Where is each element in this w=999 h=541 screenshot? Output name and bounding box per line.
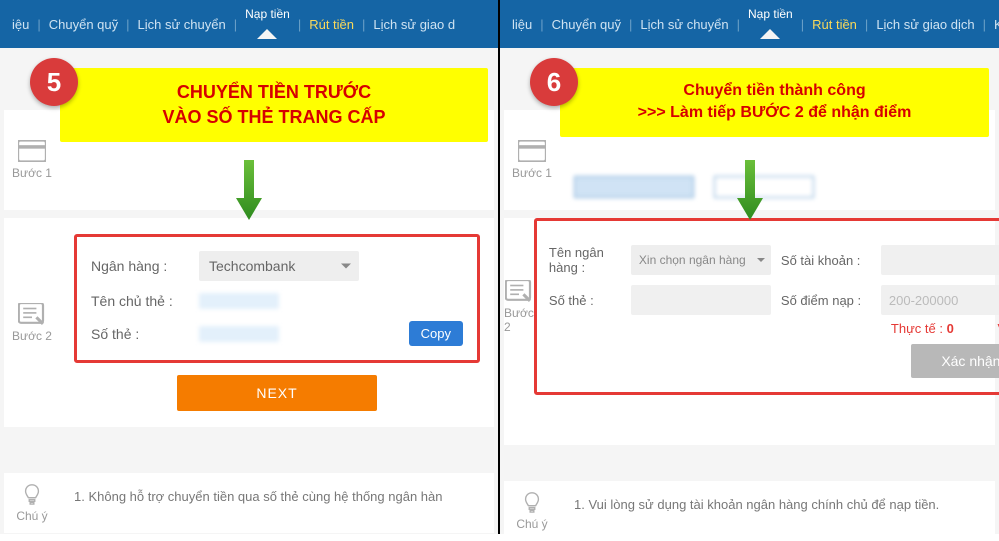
note-row-right: Chú ý 1. Vui lòng sử dụng tài khoản ngân… [504,481,995,541]
nav-ieu[interactable]: iệu [4,17,37,32]
nav-khuyen-mai-r[interactable]: Khuyến mãi [986,17,999,32]
step1-label-r: Bước 1 [512,166,552,180]
chevron-down-icon [757,258,765,262]
form-icon [18,303,46,325]
card-icon [18,140,46,162]
step2-row-right: Bước 2 Tên ngân hàng : Xin chọn ngân hàn… [504,218,995,445]
points-input[interactable]: 200-200000 [881,285,999,315]
callout-right: Chuyển tiền thành công >>> Làm tiếp BƯỚC… [560,68,989,137]
step2-sidebar: Bước 2 [4,218,60,427]
label-so-the: Số thẻ : [91,326,191,342]
note-label: Chú ý [16,509,47,523]
field-ten-chu-the: Tên chủ thẻ : [91,293,463,309]
step2-label-r: Bước 2 [504,306,534,334]
label-so-tai-khoan: Số tài khoản : [781,253,871,268]
nav-lich-su-chuyen-r[interactable]: Lịch sử chuyển [632,17,736,32]
nav-chuyen-quy[interactable]: Chuyển quỹ [41,17,126,32]
note-content-left: 1. Không hỗ trợ chuyển tiền qua số thẻ c… [60,473,494,533]
label-ngan-hang: Ngân hàng : [91,258,191,274]
right-panel: liệu | Chuyển quỹ | Lịch sử chuyển | Nạp… [500,0,999,534]
nav-rut-tien-r[interactable]: Rút tiền [804,17,865,32]
nav-lich-su-giao-dich-r[interactable]: Lịch sử giao dịch [868,17,982,32]
nav-nap-tien[interactable]: Nạp tiền [237,7,298,21]
note-row-left: Chú ý 1. Không hỗ trợ chuyển tiền qua số… [4,473,494,533]
copy-button[interactable]: Copy [409,321,463,346]
form-icon [505,280,533,302]
actual-amount: Thực tế : 0 VNĐ [549,321,999,336]
callout-r-line1: Chuyển tiền thành công [570,80,979,102]
step1-blurred-content [574,176,814,198]
note-sidebar-r: Chú ý [504,481,560,541]
label-so-diem-nap: Số điểm nạp : [781,293,871,308]
nav-nap-tien-r[interactable]: Nạp tiền [740,7,801,21]
callout-r-line2: >>> Làm tiếp BƯỚC 2 để nhận điểm [570,102,979,124]
bank-select-r[interactable]: Xin chọn ngân hàng [631,245,771,275]
step1-sidebar: Bước 1 [4,110,60,210]
left-panel: iệu | Chuyển quỹ | Lịch sử chuyển | Nạp … [0,0,498,534]
note-sidebar: Chú ý [4,473,60,533]
bulb-icon [18,483,46,505]
navbar-left: iệu | Chuyển quỹ | Lịch sử chuyển | Nạp … [0,0,498,48]
nav-lich-su-chuyen[interactable]: Lịch sử chuyển [130,17,234,32]
confirm-button[interactable]: Xác nhận [911,344,999,378]
nav-lich-su-giao[interactable]: Lịch sử giao d [365,17,463,32]
chevron-down-icon [341,264,351,269]
label-so-the-r: Số thẻ : [549,293,621,308]
step2-label: Bước 2 [12,329,52,343]
field-ngan-hang: Ngân hàng : Techcombank [91,251,463,281]
card-number-input[interactable] [631,285,771,315]
callout-line2: VÀO SỐ THẺ TRANG CẤP [70,105,478,130]
card-icon [518,140,546,162]
account-number-input[interactable] [881,245,999,275]
step1-label: Bước 1 [12,166,52,180]
red-frame-right: Tên ngân hàng : Xin chọn ngân hàng Số tà… [534,218,999,395]
bank-select[interactable]: Techcombank [199,251,359,281]
red-frame-left: Ngân hàng : Techcombank Tên chủ thẻ : Số… [74,234,480,363]
callout-left: CHUYỂN TIỀN TRƯỚC VÀO SỐ THẺ TRANG CẤP [60,68,488,142]
step1-sidebar-r: Bước 1 [504,110,560,210]
cardnumber-value-blurred [199,326,279,342]
callout-line1: CHUYỂN TIỀN TRƯỚC [70,80,478,105]
nav-rut-tien[interactable]: Rút tiền [301,17,362,32]
label-ten-chu-the: Tên chủ thẻ : [91,293,191,309]
note-label-r: Chú ý [516,517,547,531]
step-badge-5: 5 [30,58,78,106]
field-so-the: Số thẻ : Copy [91,321,463,346]
nav-chuyen-quy-r[interactable]: Chuyển quỹ [544,17,629,32]
nav-lieu[interactable]: liệu [504,17,540,32]
step2-sidebar-r: Bước 2 [504,218,534,395]
navbar-right: liệu | Chuyển quỹ | Lịch sử chuyển | Nạp… [500,0,999,48]
note-content-right: 1. Vui lòng sử dụng tài khoản ngân hàng … [560,481,995,541]
step-badge-6: 6 [530,58,578,106]
next-button[interactable]: NEXT [177,375,377,411]
step2-row-left: Bước 2 Ngân hàng : Techcombank Tên chủ t… [4,218,494,427]
arrow-down-icon [234,160,264,220]
bulb-icon [518,491,546,513]
label-ten-ngan-hang: Tên ngân hàng : [549,245,621,275]
cardholder-value-blurred [199,293,279,309]
arrow-down-icon-r [735,160,765,220]
